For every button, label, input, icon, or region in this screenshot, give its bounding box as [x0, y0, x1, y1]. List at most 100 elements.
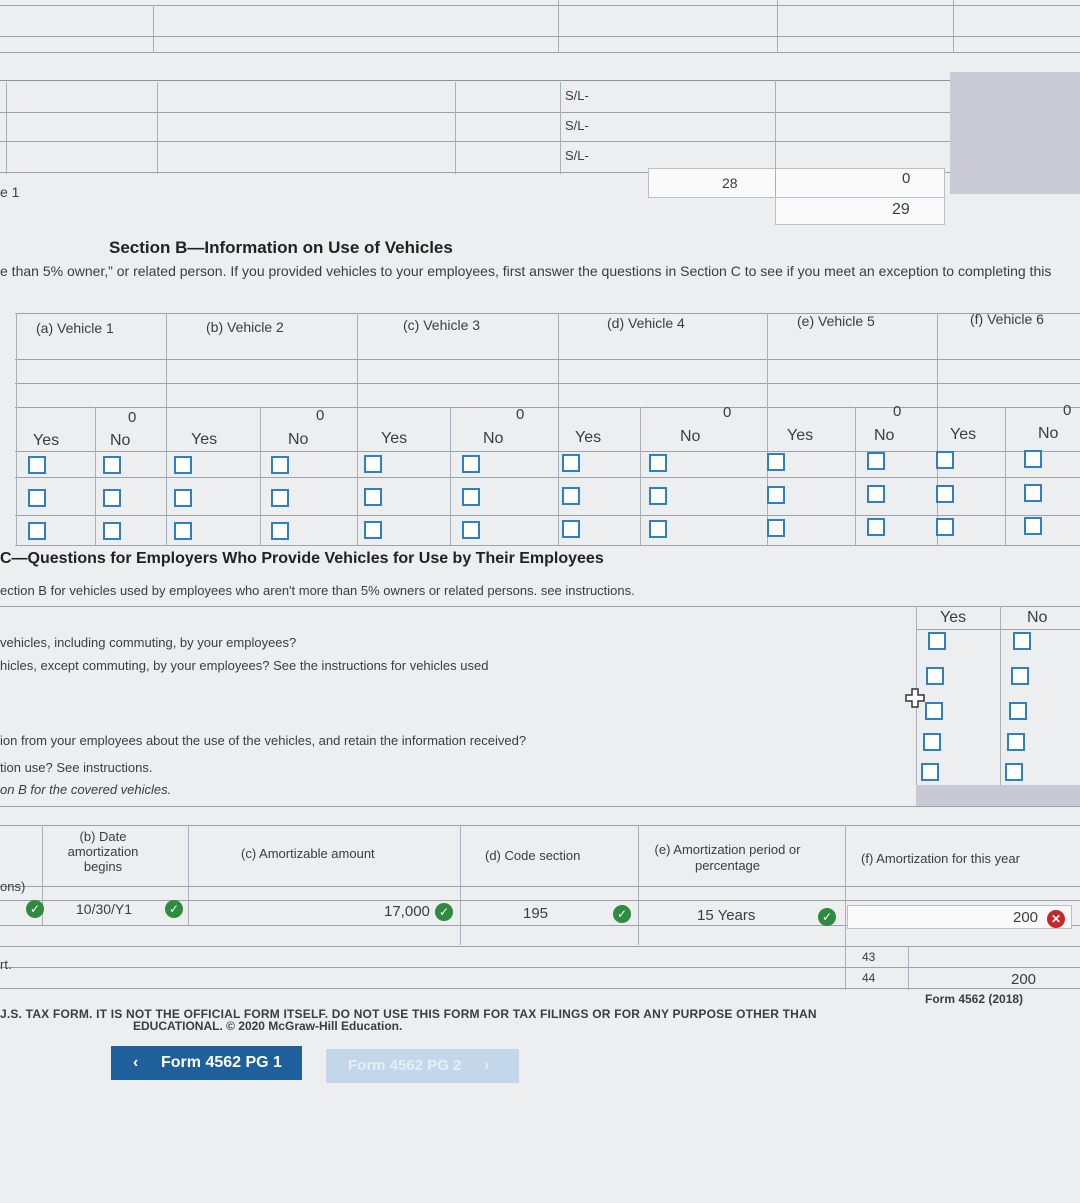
copyright: EDUCATIONAL. © 2020 McGraw-Hill Educatio…	[133, 1019, 403, 1033]
vehicle-6-no-checkbox[interactable]	[1024, 517, 1042, 535]
vehicle-2-yes-checkbox[interactable]	[174, 522, 192, 540]
no-label: No	[1038, 425, 1059, 442]
vehicle-4-no-checkbox[interactable]	[649, 520, 667, 538]
vehicle-3-yes-checkbox[interactable]	[364, 521, 382, 539]
no-label: No	[1027, 609, 1048, 626]
vehicle-1-no-checkbox[interactable]	[103, 489, 121, 507]
vehicle-5-no-checkbox[interactable]	[867, 485, 885, 503]
vehicle-2-no-checkbox[interactable]	[271, 489, 289, 507]
line-29-field[interactable]	[775, 197, 945, 225]
check-icon: ✓	[435, 903, 453, 921]
cursor-icon	[905, 688, 925, 708]
col-c-header: (c) Amortizable amount	[241, 846, 375, 861]
vehicle-6-total: 0	[1063, 402, 1072, 419]
line-29-label: 29	[892, 201, 910, 218]
sl-label: S/L-	[565, 88, 589, 103]
next-page-button[interactable]: Form 4562 PG 2 ›	[326, 1049, 519, 1083]
vehicle-5-header: (e) Vehicle 5	[797, 313, 875, 329]
vehicle-1-header: (a) Vehicle 1	[36, 320, 114, 336]
vehicle-1-no-checkbox[interactable]	[103, 456, 121, 474]
vehicle-3-header: (c) Vehicle 3	[403, 317, 481, 333]
question-yes-checkbox[interactable]	[928, 632, 946, 650]
line-label: e 1	[0, 184, 20, 200]
question-no-checkbox[interactable]	[1005, 763, 1023, 781]
amount-value: 17,000	[384, 903, 430, 920]
section-b-intro: e than 5% owner,” or related person. If …	[0, 263, 1052, 279]
vehicle-4-no-checkbox[interactable]	[649, 487, 667, 505]
vehicle-3-no-checkbox[interactable]	[462, 521, 480, 539]
chevron-right-icon: ›	[484, 1057, 490, 1074]
section-c-title: C—Questions for Employers Who Provide Ve…	[0, 550, 604, 567]
row-stub: ons)	[0, 879, 26, 894]
vehicle-2-header: (b) Vehicle 2	[206, 319, 284, 335]
vehicle-6-no-checkbox[interactable]	[1024, 484, 1042, 502]
vehicle-2-no-checkbox[interactable]	[271, 522, 289, 540]
question-yes-checkbox[interactable]	[925, 702, 943, 720]
vehicle-4-yes-checkbox[interactable]	[562, 487, 580, 505]
no-label: No	[680, 428, 701, 445]
form-label: Form 4562 (2018)	[925, 992, 1024, 1006]
question-text: on B for the covered vehicles.	[0, 782, 172, 797]
vehicle-6-yes-checkbox[interactable]	[936, 485, 954, 503]
vehicle-5-yes-checkbox[interactable]	[767, 453, 785, 471]
error-icon: ✕	[1047, 910, 1065, 928]
vehicle-3-no-checkbox[interactable]	[462, 455, 480, 473]
section-c-intro: ection B for vehicles used by employees …	[0, 583, 635, 598]
vehicle-1-no-checkbox[interactable]	[103, 522, 121, 540]
check-icon: ✓	[613, 905, 631, 923]
col-d-header: (d) Code section	[485, 848, 581, 863]
no-label: No	[874, 427, 895, 444]
yes-label: Yes	[950, 426, 977, 443]
vehicle-5-yes-checkbox[interactable]	[767, 519, 785, 537]
question-yes-checkbox[interactable]	[926, 667, 944, 685]
no-label: No	[288, 431, 309, 448]
sl-label: S/L-	[565, 148, 589, 163]
prev-page-label: Form 4562 PG 1	[161, 1054, 282, 1071]
vehicle-6-header: (f) Vehicle 6	[970, 311, 1044, 327]
amortization-field[interactable]	[847, 905, 1072, 929]
line-28-label: 28	[722, 175, 738, 191]
vehicle-4-yes-checkbox[interactable]	[562, 454, 580, 472]
no-label: No	[483, 430, 504, 447]
vehicle-3-no-checkbox[interactable]	[462, 488, 480, 506]
vehicle-4-header: (d) Vehicle 4	[607, 315, 685, 331]
question-no-checkbox[interactable]	[1007, 733, 1025, 751]
line-28-field[interactable]	[648, 168, 945, 198]
vehicle-3-yes-checkbox[interactable]	[364, 488, 382, 506]
next-page-label: Form 4562 PG 2	[348, 1057, 462, 1074]
question-no-checkbox[interactable]	[1013, 632, 1031, 650]
vehicle-5-yes-checkbox[interactable]	[767, 486, 785, 504]
vehicle-2-total: 0	[316, 407, 325, 424]
vehicle-1-yes-checkbox[interactable]	[28, 456, 46, 474]
vehicle-4-no-checkbox[interactable]	[649, 454, 667, 472]
row-stub: rt.	[0, 957, 12, 972]
prev-page-button[interactable]: ‹ Form 4562 PG 1	[111, 1046, 302, 1080]
vehicle-1-yes-checkbox[interactable]	[28, 489, 46, 507]
line-28-value: 0	[902, 170, 911, 187]
vehicle-4-yes-checkbox[interactable]	[562, 520, 580, 538]
period-value: 15 Years	[697, 907, 756, 924]
question-no-checkbox[interactable]	[1011, 667, 1029, 685]
vehicle-3-yes-checkbox[interactable]	[364, 455, 382, 473]
question-text: hicles, except commuting, by your employ…	[0, 658, 489, 673]
vehicle-5-no-checkbox[interactable]	[867, 452, 885, 470]
question-no-checkbox[interactable]	[1009, 702, 1027, 720]
vehicle-2-yes-checkbox[interactable]	[174, 489, 192, 507]
vehicle-2-no-checkbox[interactable]	[271, 456, 289, 474]
yes-label: Yes	[940, 609, 967, 626]
code-value: 195	[523, 905, 549, 922]
vehicle-6-yes-checkbox[interactable]	[936, 451, 954, 469]
vehicle-2-yes-checkbox[interactable]	[174, 456, 192, 474]
line-43-label: 43	[862, 950, 876, 964]
vehicle-6-no-checkbox[interactable]	[1024, 450, 1042, 468]
vehicle-5-no-checkbox[interactable]	[867, 518, 885, 536]
vehicle-6-yes-checkbox[interactable]	[936, 518, 954, 536]
question-yes-checkbox[interactable]	[923, 733, 941, 751]
yes-label: Yes	[575, 429, 602, 446]
question-yes-checkbox[interactable]	[921, 763, 939, 781]
section-b-title: Section B—Information on Use of Vehicles	[109, 238, 453, 257]
vehicle-5-total: 0	[893, 403, 902, 420]
question-text: vehicles, including commuting, by your e…	[0, 635, 297, 650]
yes-label: Yes	[33, 432, 60, 449]
vehicle-1-yes-checkbox[interactable]	[28, 522, 46, 540]
